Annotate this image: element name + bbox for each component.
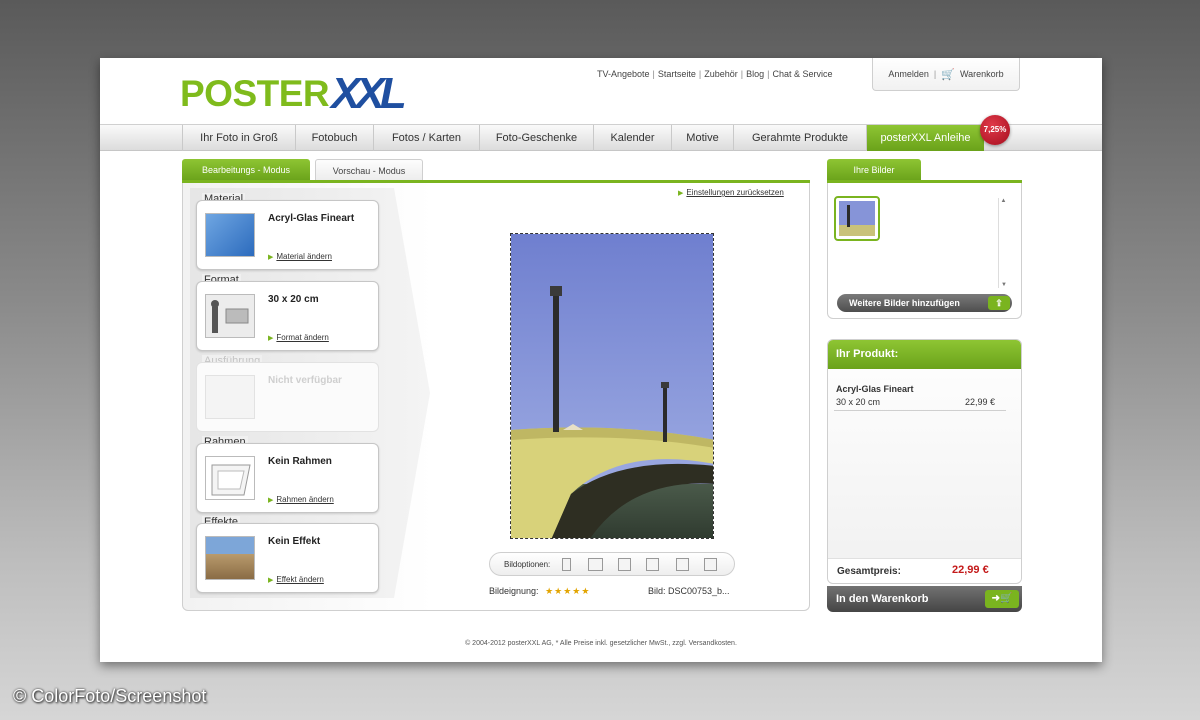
cart-arrow-icon: ➜🛒 — [985, 590, 1019, 608]
reset-settings-link[interactable]: ▶ Einstellungen zurücksetzen — [678, 188, 784, 197]
effekte-value: Kein Effekt — [268, 536, 321, 547]
tab-edit-mode[interactable]: Bearbeitungs - Modus — [182, 159, 310, 181]
tab-your-images[interactable]: Ihre Bilder — [827, 159, 921, 181]
change-material-label: Material ändern — [276, 252, 332, 261]
total-price: 22,99 € — [952, 564, 989, 576]
change-rahmen-link[interactable]: ▶ Rahmen ändern — [268, 495, 334, 504]
product-panel: Ihr Produkt: Acryl-Glas Fineart 30 x 20 … — [827, 339, 1022, 584]
image-preview[interactable] — [510, 233, 714, 539]
product-price: 22,99 € — [965, 397, 996, 407]
top-link-chat-service[interactable]: Chat & Service — [773, 69, 833, 79]
upload-icon: ⇪ — [988, 296, 1010, 310]
product-size: 30 x 20 cm — [836, 397, 881, 407]
ausfuehrung-thumbnail — [205, 375, 255, 419]
flip-icon[interactable] — [676, 558, 689, 571]
nav-item-anleihe[interactable]: posterXXL Anleihe — [866, 125, 984, 151]
change-rahmen-label: Rahmen ändern — [276, 495, 334, 504]
image-filename: Bild: DSC00753_b... — [648, 586, 730, 596]
logo-text-poster: POSTER — [180, 73, 330, 114]
arrow-right-icon: ▶ — [678, 190, 684, 197]
rotate-left-icon[interactable] — [618, 558, 631, 571]
top-link-zubehoer[interactable]: Zubehör — [704, 69, 738, 79]
format-thumbnail — [205, 294, 255, 338]
add-to-cart-button[interactable]: In den Warenkorb ➜🛒 — [827, 586, 1022, 612]
tab-preview-mode[interactable]: Vorschau - Modus — [315, 159, 423, 181]
image-options-bar: Bildoptionen: — [489, 552, 735, 576]
option-card-ausfuehrung: Nicht verfügbar — [196, 362, 379, 432]
add-more-images-button[interactable]: Weitere Bilder hinzufügen ⇪ — [837, 294, 1012, 312]
login-link[interactable]: Anmelden — [888, 69, 929, 79]
option-card-rahmen[interactable]: Kein Rahmen ▶ Rahmen ändern — [196, 443, 379, 513]
product-name: Acryl-Glas Fineart — [836, 384, 914, 394]
logo-text-xxl: XXL — [331, 69, 407, 118]
image-suitability: Bildeignung: ★★★★★ — [489, 586, 590, 597]
format-person-icon — [211, 300, 249, 333]
arrow-right-icon: ▶ — [268, 335, 274, 342]
cart-link[interactable]: Warenkorb — [960, 69, 1004, 79]
add-to-cart-label: In den Warenkorb — [836, 593, 929, 605]
crop-icon[interactable] — [704, 558, 717, 571]
account-box: Anmelden | 🛒 Warenkorb — [872, 58, 1020, 91]
image-thumbnail-icon — [839, 201, 875, 236]
effect-thumbnail — [205, 536, 255, 580]
change-effekt-label: Effekt ändern — [276, 575, 324, 584]
scroll-up-icon[interactable]: ▲ — [999, 198, 1008, 204]
top-links: TV-Angebote | Startseite | Zubehör | Blo… — [597, 69, 833, 79]
nav-item-kalender[interactable]: Kalender — [593, 125, 671, 151]
nav-item-foto-geschenke[interactable]: Foto-Geschenke — [479, 125, 593, 151]
format-value: 30 x 20 cm — [268, 294, 319, 305]
material-value: Acryl-Glas Fineart — [268, 213, 355, 224]
pier-photo — [511, 234, 713, 538]
arrow-right-icon: ▶ — [268, 254, 274, 261]
nav-item-foto-in-gross[interactable]: Ihr Foto in Groß — [182, 125, 295, 151]
page-footer: © 2004-2012 posterXXL AG, * Alle Preise … — [465, 640, 737, 647]
top-link-blog[interactable]: Blog — [746, 69, 764, 79]
selected-image-thumbnail[interactable] — [834, 196, 880, 241]
rahmen-value: Kein Rahmen — [268, 456, 332, 467]
orientation-landscape-icon[interactable] — [588, 558, 603, 571]
total-area: Gesamtpreis: 22,99 € — [828, 558, 1021, 583]
change-effekt-link[interactable]: ▶ Effekt ändern — [268, 575, 324, 584]
option-card-material[interactable]: Acryl-Glas Fineart ▶ Material ändern — [196, 200, 379, 270]
discount-badge: 7,25% — [980, 115, 1010, 145]
total-label: Gesamtpreis: — [837, 566, 901, 577]
product-divider — [834, 410, 1006, 411]
change-material-link[interactable]: ▶ Material ändern — [268, 252, 332, 261]
nav-item-fotobuch[interactable]: Fotobuch — [295, 125, 373, 151]
top-link-startseite[interactable]: Startseite — [658, 69, 696, 79]
nav-item-motive[interactable]: Motive — [671, 125, 733, 151]
rotate-right-icon[interactable] — [646, 558, 659, 571]
frame-icon — [211, 464, 251, 496]
orientation-portrait-icon[interactable] — [562, 558, 571, 571]
images-scrollbar[interactable]: ▲ ▼ — [998, 198, 1008, 288]
nav-item-gerahmte-produkte[interactable]: Gerahmte Produkte — [733, 125, 866, 151]
option-card-format[interactable]: 30 x 20 cm ▶ Format ändern — [196, 281, 379, 351]
image-options-label: Bildoptionen: — [504, 560, 551, 569]
reset-settings-label: Einstellungen zurücksetzen — [686, 188, 784, 197]
suitability-label: Bildeignung: — [489, 586, 539, 596]
change-format-label: Format ändern — [276, 333, 329, 342]
screenshot-credit: © ColorFoto/Screenshot — [13, 686, 207, 706]
frame-thumbnail — [205, 456, 255, 500]
scroll-down-icon[interactable]: ▼ — [999, 282, 1009, 288]
arrow-right-icon: ▶ — [268, 577, 274, 584]
change-format-link[interactable]: ▶ Format ändern — [268, 333, 329, 342]
material-thumbnail — [205, 213, 255, 257]
posterxxl-logo[interactable]: POSTER XXL — [180, 69, 407, 118]
arrow-right-icon: ▶ — [268, 497, 274, 504]
top-link-tv-angebote[interactable]: TV-Angebote — [597, 69, 650, 79]
option-card-effekte[interactable]: Kein Effekt ▶ Effekt ändern — [196, 523, 379, 593]
ausfuehrung-value: Nicht verfügbar — [268, 375, 342, 386]
add-more-images-label: Weitere Bilder hinzufügen — [849, 298, 960, 308]
main-navigation: Ihr Foto in Groß Fotobuch Fotos / Karten… — [100, 124, 1102, 151]
cart-icon[interactable]: 🛒 — [941, 68, 955, 81]
product-title: Ihr Produkt: — [828, 340, 1021, 369]
browser-page: POSTER XXL TV-Angebote | Startseite | Zu… — [100, 58, 1102, 662]
suitability-stars-icon: ★★★★★ — [545, 586, 591, 596]
nav-item-fotos-karten[interactable]: Fotos / Karten — [373, 125, 479, 151]
